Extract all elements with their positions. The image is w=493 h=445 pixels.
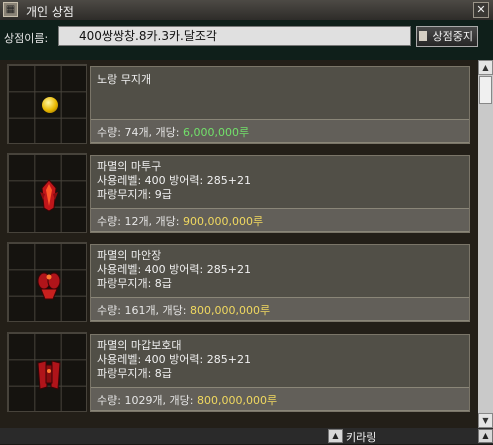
item-quantity-row: 수량: 1029개, 개당: 800,000,000루 [91,387,469,411]
shop-window-icon: ▦ [3,2,18,17]
gold-orb-icon [42,97,58,113]
list-item[interactable]: 파멸의 마안장 사용레벨: 400 방어력: 285+21 파랑무지개: 8급 … [4,240,474,326]
stop-icon [419,31,427,41]
close-button[interactable]: ✕ [473,2,489,18]
item-quantity-row: 수량: 12개, 개당: 900,000,000루 [91,208,469,232]
list-item[interactable]: 파멸의 마갑보호대 사용레벨: 400 방어력: 285+21 파랑무지개: 8… [4,330,474,416]
saddle-icon [37,272,61,300]
shop-name-input[interactable]: 400쌍쌍창.8카.3카.달조각 [58,26,411,46]
item-slot-grid[interactable] [7,153,87,233]
item-info-panel: 노랑 무지개 수량: 74개, 개당: 6,000,000루 [90,66,470,144]
chat-expand-button[interactable]: ▲ [328,429,343,443]
list-item[interactable]: 파멸의 마투구 사용레벨: 400 방어력: 285+21 파랑무지개: 9급 … [4,151,474,237]
item-slot-grid[interactable] [7,64,87,144]
shop-name-label: 상점이름: [4,32,49,45]
stop-shop-label: 상점중지 [432,30,473,43]
character-name: 키라링 [346,431,377,444]
item-quantity: 수량: 12개, 개당: [97,215,183,228]
item-slot-grid[interactable] [7,242,87,322]
scroll-down-button[interactable]: ▼ [478,413,493,428]
bottom-right-button[interactable]: ▲ [478,429,493,443]
armor-guard-icon [37,360,61,390]
title-bar: ▦ 개인 상점 ✕ [0,0,493,21]
item-price: 900,000,000루 [183,215,264,228]
list-scrollbar[interactable]: ▲ ▼ [478,60,493,428]
bottom-bar: ▲ 키라링 ▲ [0,428,493,444]
item-quantity-row: 수량: 161개, 개당: 800,000,000루 [91,297,469,321]
stop-shop-button[interactable]: 상점중지 [416,26,478,47]
shop-name-bar: 상점이름: 400쌍쌍창.8카.3카.달조각 상점중지 [0,20,493,60]
item-quantity-row: 수량: 74개, 개당: 6,000,000루 [91,119,469,143]
item-price: 800,000,000루 [190,304,271,317]
window-title: 개인 상점 [26,5,74,19]
list-item[interactable]: 노랑 무지개 수량: 74개, 개당: 6,000,000루 [4,62,474,148]
item-quantity: 수량: 1029개, 개당: [97,394,197,407]
item-stat: 파랑무지개: 9급 [97,188,172,201]
item-info-panel: 파멸의 마갑보호대 사용레벨: 400 방어력: 285+21 파랑무지개: 8… [90,334,470,412]
item-price: 800,000,000루 [197,394,278,407]
item-quantity: 수량: 161개, 개당: [97,304,190,317]
item-name: 노랑 무지개 [97,73,152,86]
item-stat: 파랑무지개: 8급 [97,277,172,290]
item-info-panel: 파멸의 마안장 사용레벨: 400 방어력: 285+21 파랑무지개: 8급 … [90,244,470,322]
item-price: 6,000,000루 [183,126,250,139]
item-slot-grid[interactable] [7,332,87,412]
item-quantity: 수량: 74개, 개당: [97,126,183,139]
item-info-panel: 파멸의 마투구 사용레벨: 400 방어력: 285+21 파랑무지개: 9급 … [90,155,470,233]
scroll-up-button[interactable]: ▲ [478,60,493,75]
item-stat: 파랑무지개: 8급 [97,367,172,380]
helmet-icon [40,179,58,212]
item-list: 노랑 무지개 수량: 74개, 개당: 6,000,000루 파멸의 마투구 사… [0,60,478,428]
scroll-thumb[interactable] [479,76,492,104]
